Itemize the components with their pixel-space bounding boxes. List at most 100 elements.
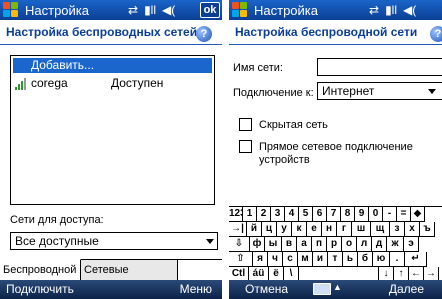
connectivity-icon[interactable]: ⇄ <box>369 3 379 17</box>
key-letter[interactable]: ь <box>343 252 358 267</box>
title-bar: Настройка ⇄ ▮ll ◀( ok <box>0 0 222 20</box>
key-letter[interactable]: у <box>277 222 292 237</box>
key-letter[interactable]: в <box>282 237 297 252</box>
networks-to-access-select[interactable]: Все доступные <box>10 232 218 250</box>
connect-softkey[interactable]: Подключить <box>6 282 74 296</box>
key-letter[interactable]: ж <box>387 237 404 252</box>
keyboard-icon[interactable] <box>313 283 331 295</box>
key-3[interactable]: 3 <box>271 207 285 222</box>
ok-button[interactable]: ok <box>200 2 220 18</box>
key-2[interactable]: 2 <box>257 207 271 222</box>
connects-to-value: Интернет <box>322 84 375 98</box>
softkey-bar: Подключить Меню <box>0 280 222 299</box>
key-letter[interactable]: ф <box>250 237 265 252</box>
page-title-text: Настройка беспроводных сетей <box>6 25 198 39</box>
networks-to-access-value: Все доступные <box>15 234 99 248</box>
key-5[interactable]: 5 <box>299 207 313 222</box>
chevron-down-icon <box>206 239 214 244</box>
key-caps[interactable]: ⇩ <box>229 237 250 252</box>
connects-to-label: Подключение к: <box>233 87 314 99</box>
key-9[interactable]: 9 <box>355 207 369 222</box>
window-title: Настройка <box>254 2 318 18</box>
key-backspace[interactable]: ◆ <box>411 207 425 222</box>
key-letter[interactable]: п <box>312 237 327 252</box>
key-letter[interactable]: ы <box>265 237 282 252</box>
volume-icon[interactable]: ◀( <box>403 3 416 17</box>
key-7[interactable]: 7 <box>327 207 341 222</box>
key-minus[interactable]: - <box>383 207 397 222</box>
connectivity-icon[interactable]: ⇄ <box>128 3 138 17</box>
connects-to-select[interactable]: Интернет <box>317 82 442 100</box>
key-0[interactable]: 0 <box>369 207 383 222</box>
next-softkey[interactable]: Далее <box>389 282 424 296</box>
key-letter[interactable]: и <box>313 252 328 267</box>
key-letter[interactable]: ъ <box>420 222 435 237</box>
signal-icon[interactable]: ▮ll <box>144 3 156 17</box>
key-letter[interactable]: р <box>327 237 342 252</box>
key-letter[interactable]: н <box>322 222 337 237</box>
network-name-label: Имя сети: <box>233 62 283 74</box>
key-enter[interactable]: ↵ <box>405 252 427 267</box>
network-list[interactable]: Добавить... corega Доступен <box>10 55 215 205</box>
key-period[interactable]: . <box>390 252 405 267</box>
help-icon[interactable]: ? <box>196 26 212 42</box>
page-title: Настройка беспроводной сети ? <box>229 20 442 45</box>
key-letter[interactable]: ч <box>268 252 283 267</box>
key-letter[interactable]: д <box>372 237 387 252</box>
key-6[interactable]: 6 <box>313 207 327 222</box>
key-123[interactable]: 123 <box>229 207 243 222</box>
direct-connection-label-line2: устройств <box>259 154 310 166</box>
key-letter[interactable]: л <box>357 237 372 252</box>
page-title: Настройка беспроводных сетей ? <box>0 20 222 45</box>
key-letter[interactable]: с <box>283 252 298 267</box>
signal-icon[interactable]: ▮ll <box>385 3 397 17</box>
key-equals[interactable]: = <box>397 207 411 222</box>
network-name-field[interactable] <box>317 58 442 76</box>
key-letter[interactable]: ц <box>262 222 277 237</box>
direct-connection-checkbox[interactable] <box>239 140 252 153</box>
key-8[interactable]: 8 <box>341 207 355 222</box>
key-letter[interactable]: о <box>342 237 357 252</box>
key-letter[interactable]: й <box>247 222 262 237</box>
direct-connection-label-line1: Прямое сетевое подключение <box>259 141 413 153</box>
wireless-networks-screen: Настройка ⇄ ▮ll ◀( ok Настройка беспрово… <box>0 0 222 299</box>
key-letter[interactable]: ш <box>352 222 371 237</box>
key-letter[interactable]: м <box>298 252 313 267</box>
hidden-network-checkbox[interactable] <box>239 118 252 131</box>
key-letter[interactable]: б <box>358 252 373 267</box>
start-menu-icon[interactable] <box>2 1 20 19</box>
title-bar: Настройка ⇄ ▮ll ◀( <box>229 0 442 20</box>
tab-wireless[interactable]: Беспроводной <box>0 259 81 280</box>
volume-icon[interactable]: ◀( <box>162 3 175 17</box>
list-item[interactable]: corega Доступен <box>13 76 212 91</box>
key-letter[interactable]: з <box>390 222 405 237</box>
softkey-bar: Отмена ▲ Далее <box>229 280 442 299</box>
key-shift[interactable]: ⇧ <box>229 252 253 267</box>
screen-divider <box>222 0 229 299</box>
key-letter[interactable]: т <box>328 252 343 267</box>
chevron-up-icon[interactable]: ▲ <box>333 282 342 292</box>
key-letter[interactable]: я <box>253 252 268 267</box>
add-network-item[interactable]: Добавить... <box>13 58 212 73</box>
help-icon[interactable]: ? <box>430 26 442 42</box>
key-tab[interactable]: →| <box>229 222 247 237</box>
key-letter[interactable]: ю <box>373 252 390 267</box>
key-letter[interactable]: щ <box>371 222 390 237</box>
key-letter[interactable]: е <box>307 222 322 237</box>
key-1[interactable]: 1 <box>243 207 257 222</box>
key-letter[interactable]: к <box>292 222 307 237</box>
hidden-network-label: Скрытая сеть <box>259 119 328 131</box>
tab-network-adapters[interactable]: Сетевые адаптеры <box>81 260 178 296</box>
soft-keyboard: 123 1 2 3 4 5 6 7 8 9 0 - = ◆ →| й ц у к… <box>229 206 442 282</box>
cancel-softkey[interactable]: Отмена <box>245 282 288 296</box>
key-4[interactable]: 4 <box>285 207 299 222</box>
signal-strength-icon <box>15 78 29 90</box>
key-letter[interactable]: х <box>405 222 420 237</box>
key-letter[interactable]: г <box>337 222 352 237</box>
page-title-text: Настройка беспроводной сети <box>235 25 418 39</box>
key-letter[interactable]: э <box>404 237 419 252</box>
menu-softkey[interactable]: Меню <box>180 282 212 296</box>
start-menu-icon[interactable] <box>231 1 249 19</box>
key-letter[interactable]: а <box>297 237 312 252</box>
window-title: Настройка <box>25 2 89 18</box>
